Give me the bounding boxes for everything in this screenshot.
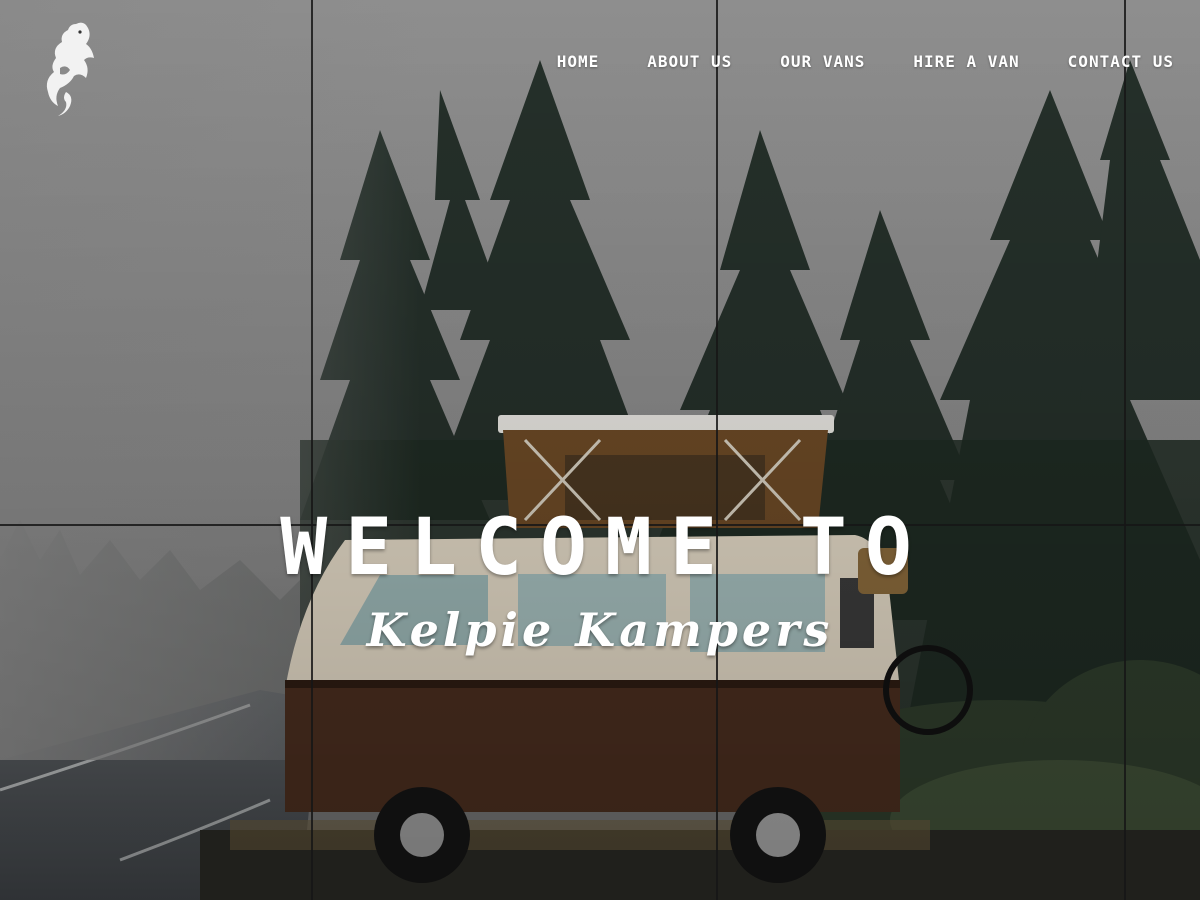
nav-item-contact: CONTACT US [1068,52,1174,71]
hero-headline: WELCOME TO [280,503,930,593]
nav-link-about-us[interactable]: ABOUT US [647,52,732,71]
nav-item-vans: OUR VANS [780,52,865,71]
nav-item-about: ABOUT US [647,52,732,71]
nav-link-our-vans[interactable]: OUR VANS [780,52,865,71]
hero-brand-name: Kelpie Kampers [366,603,834,657]
kelpie-horse-logo-icon[interactable] [40,18,100,122]
nav-link-hire-a-van[interactable]: HIRE A VAN [913,52,1019,71]
grid-line-vertical-2 [716,0,718,900]
hero-title-block: WELCOME TO Kelpie Kampers [0,500,1200,660]
hero-background-image [0,0,1200,900]
main-navigation: HOME ABOUT US OUR VANS HIRE A VAN CONTAC… [557,52,1174,71]
nav-item-hire: HIRE A VAN [913,52,1019,71]
nav-link-home[interactable]: HOME [557,52,600,71]
grid-line-vertical-3 [1124,0,1126,900]
grid-line-vertical-1 [311,0,313,900]
hero-section: HOME ABOUT US OUR VANS HIRE A VAN CONTAC… [0,0,1200,900]
nav-item-home: HOME [557,52,600,71]
nav-link-contact-us[interactable]: CONTACT US [1068,52,1174,71]
